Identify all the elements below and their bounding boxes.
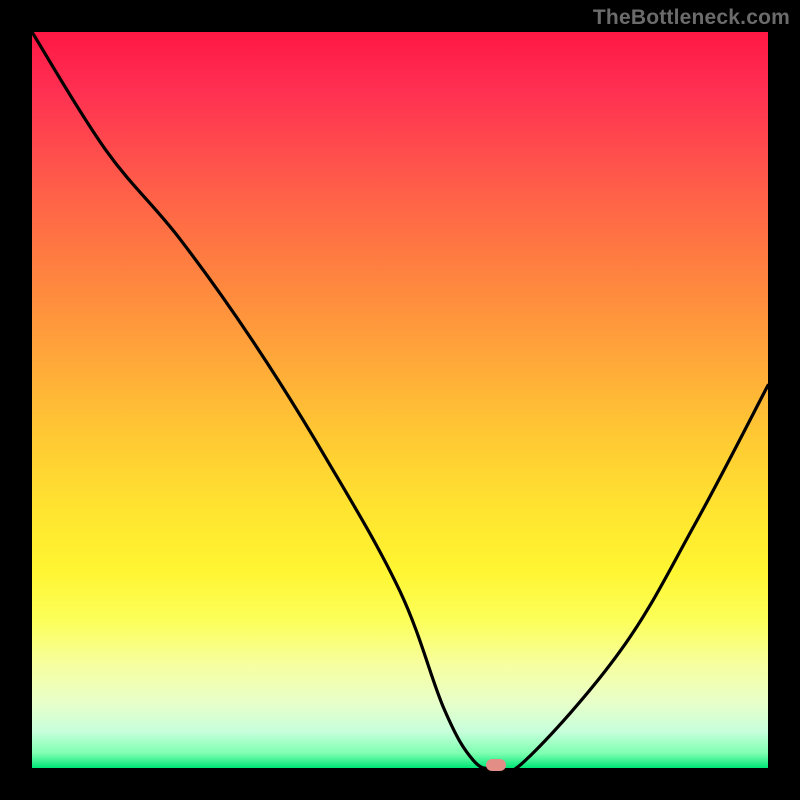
- watermark-text: TheBottleneck.com: [593, 6, 790, 30]
- bottleneck-curve: [32, 32, 768, 768]
- plot-area: [32, 32, 768, 768]
- optimal-marker: [486, 759, 506, 771]
- chart-frame: TheBottleneck.com: [0, 0, 800, 800]
